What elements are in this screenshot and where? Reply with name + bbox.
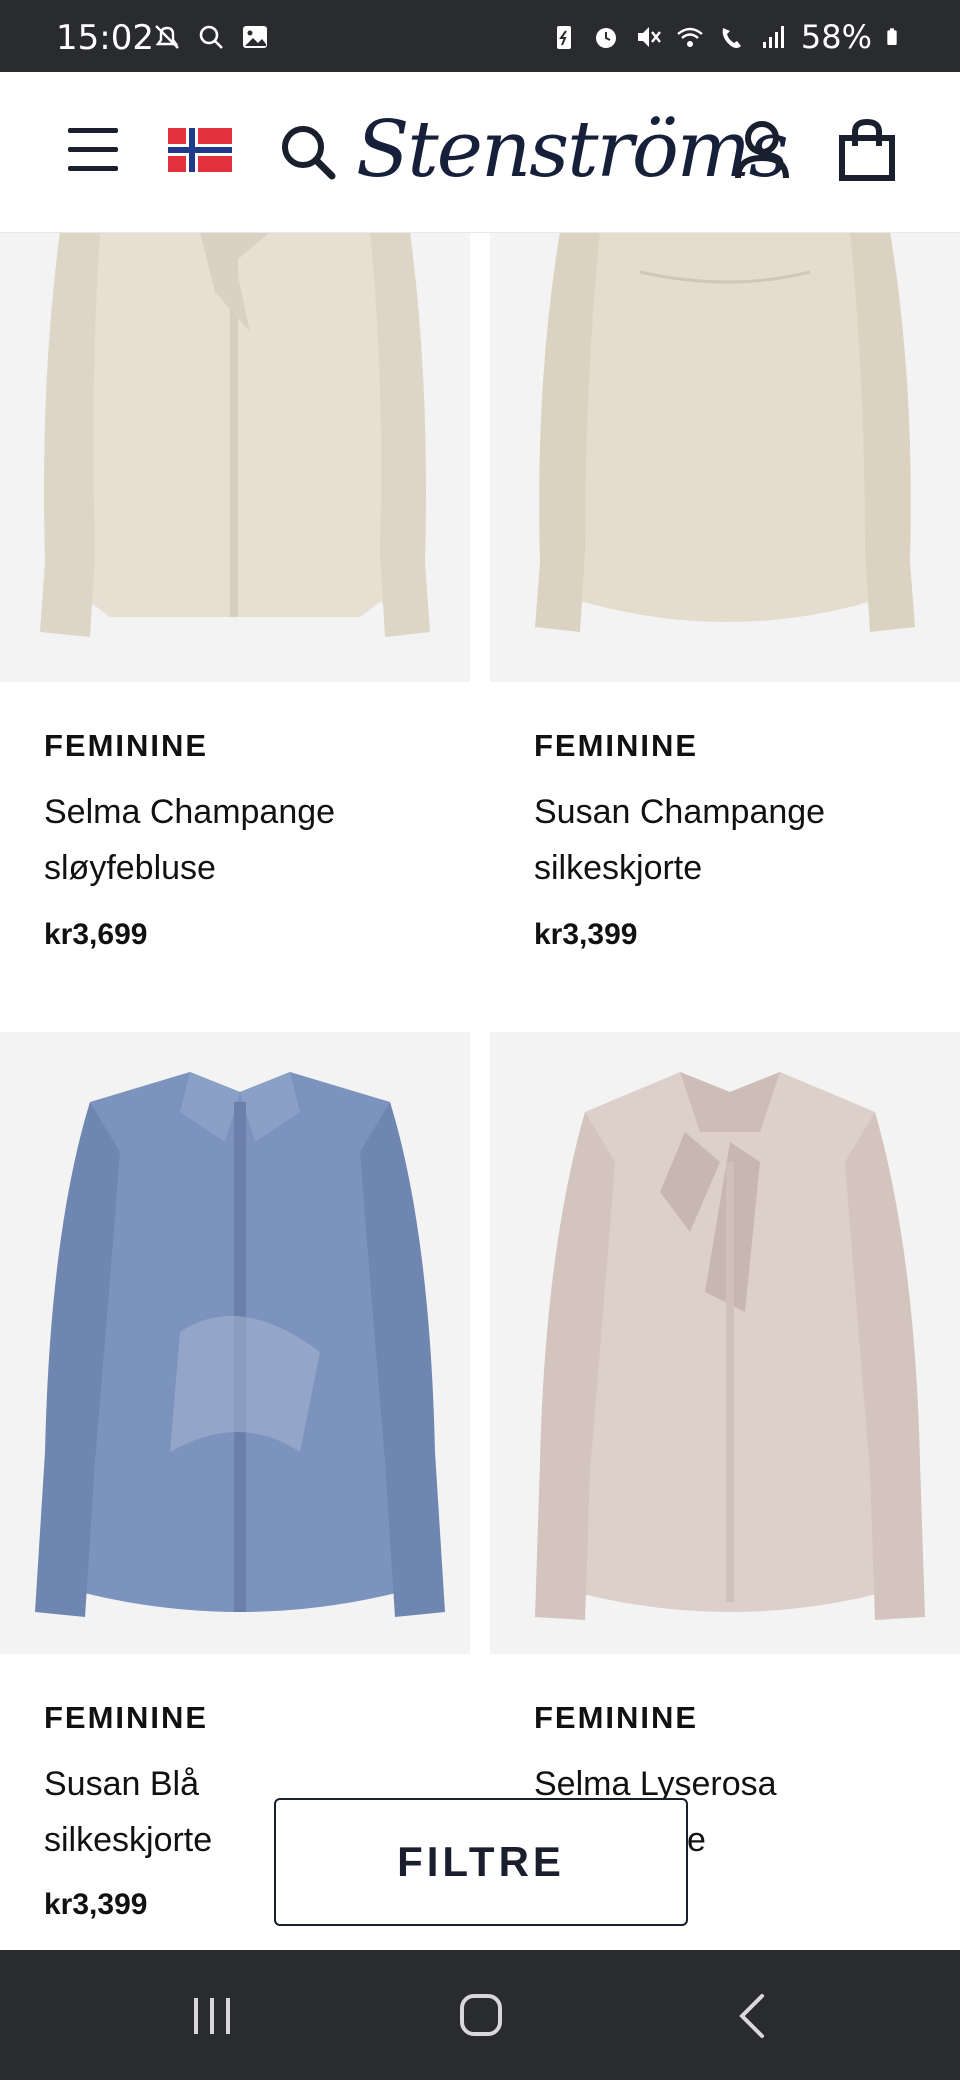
product-card[interactable]: FEMININE Susan Champange silkeskjorte kr… [490, 232, 960, 1032]
alarm-icon [595, 28, 616, 48]
product-brand: FEMININE [44, 728, 209, 763]
back-icon[interactable] [736, 1992, 766, 2040]
product-brand: FEMININE [534, 728, 699, 763]
status-time: 15:02 [56, 18, 154, 58]
battery-icon [887, 28, 897, 45]
search-icon[interactable] [278, 122, 338, 182]
product-price: kr3,699 [44, 918, 148, 951]
wifi-icon [677, 27, 703, 47]
product-image[interactable] [490, 232, 960, 682]
site-logo[interactable]: Stenströms [356, 100, 789, 200]
product-name[interactable]: Selma Champange sløyfebluse [44, 784, 464, 896]
wifi-call-icon [722, 28, 741, 48]
product-brand: FEMININE [534, 1700, 699, 1735]
product-image[interactable] [0, 232, 470, 682]
shopping-bag-icon[interactable] [838, 118, 896, 182]
menu-icon[interactable] [68, 128, 118, 172]
site-header: Stenströms [0, 72, 960, 233]
product-name[interactable]: Susan Champange silkeskjorte [534, 784, 954, 896]
product-card[interactable]: FEMININE Selma Champange sløyfebluse kr3… [0, 232, 470, 1032]
notifications-off-icon [155, 25, 179, 49]
product-image[interactable] [0, 1032, 470, 1654]
system-nav-bar [0, 1950, 960, 2080]
signal-icon [762, 26, 784, 48]
mute-icon [637, 27, 661, 47]
product-image[interactable] [490, 1032, 960, 1654]
search-icon [199, 25, 223, 49]
status-bar: 15:02 58% [0, 0, 960, 72]
battery-percent: 58% [800, 18, 872, 56]
product-price: kr3,399 [534, 918, 638, 951]
battery-saver-icon [556, 26, 571, 49]
product-price: kr3,399 [44, 1888, 148, 1921]
filter-button[interactable]: FILTRE [274, 1798, 688, 1926]
gallery-icon [243, 26, 267, 48]
recent-apps-icon[interactable] [190, 1994, 234, 2038]
account-icon[interactable] [732, 118, 792, 182]
home-icon[interactable] [458, 1992, 504, 2038]
norway-flag-icon[interactable] [168, 128, 232, 172]
product-brand: FEMININE [44, 1700, 209, 1735]
